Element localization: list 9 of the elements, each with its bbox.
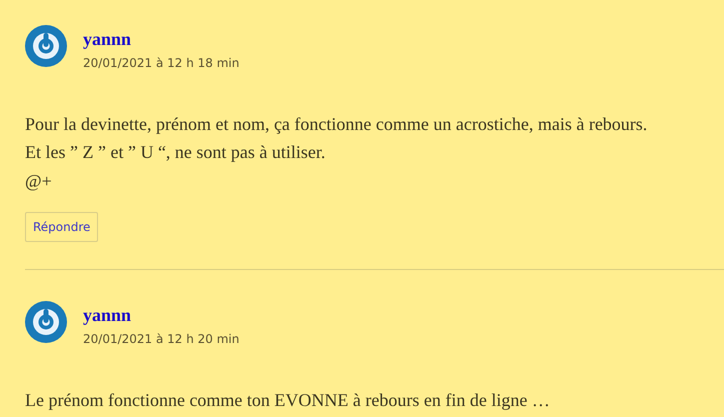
comment-text: Le prénom fonctionne comme ton EVONNE à rebours en fin de ligne … — [25, 388, 551, 412]
author-name[interactable]: yannn — [83, 29, 240, 51]
comment-text: Pour la devinette, prénom et nom, ça fonctionne comme un acrostiche, mais à rebours. Et les ” Z ” et ” U “, ne sont pas à utiliser. @+ — [25, 112, 648, 193]
comment-date[interactable]: 20/01/2021 à 12 h 20 min — [83, 330, 240, 348]
comment-date[interactable]: 20/01/2021 à 12 h 18 min — [83, 54, 240, 72]
author-name[interactable]: yannn — [83, 305, 240, 327]
reply-button[interactable]: Répondre — [25, 212, 98, 242]
avatar-icon — [25, 301, 67, 344]
avatar-icon — [25, 25, 67, 67]
